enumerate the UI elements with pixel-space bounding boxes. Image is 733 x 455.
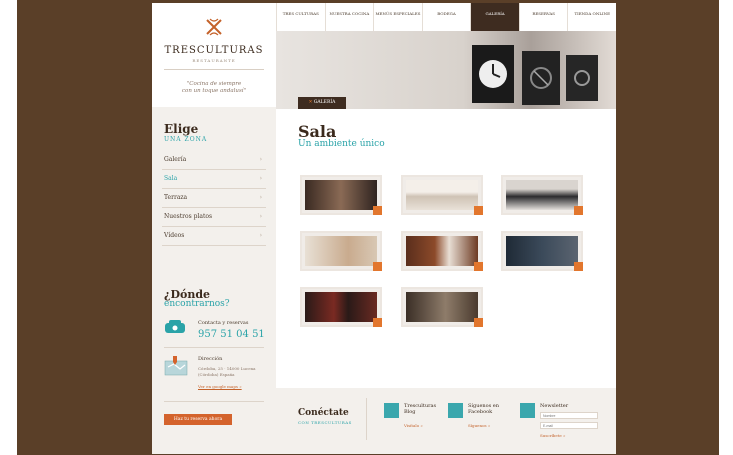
map-icon (164, 356, 188, 376)
gallery-menu: Galería › Sala › Terraza › Nuestros platos ›… (162, 151, 266, 246)
hero-tag: ✕ GALERÍA (298, 97, 346, 109)
site-page: TRESCULTURAS RESTAURANTE "Cocina de siem… (152, 3, 616, 454)
address-label: Dirección (198, 356, 223, 362)
zoom-icon[interactable] (373, 262, 382, 271)
gallery-thumbnail[interactable] (501, 175, 583, 215)
chevron-right-icon: › (259, 213, 262, 220)
thumbnail-image (406, 180, 478, 210)
nav-item-menus-especiales[interactable]: MENÚS ESPECIALES (373, 3, 422, 31)
section-subheading: UNA ZONA (164, 136, 208, 143)
zoom-icon[interactable] (373, 206, 382, 215)
nav-item-bodega[interactable]: BODEGA (421, 3, 471, 31)
google-maps-link[interactable]: Ver en google maps » (198, 384, 242, 389)
thumbnail-image (305, 180, 377, 210)
gallery-thumbnail[interactable] (300, 287, 382, 327)
facebook-title: Síguenos en Facebook (468, 403, 499, 415)
newsletter-name-input[interactable] (540, 412, 598, 419)
footer-title: Conéctate (298, 408, 349, 418)
hero-banner: ✕ GALERÍA (276, 31, 616, 109)
gallery-thumbnail[interactable] (501, 231, 583, 271)
menu-item-label: Vídeos (164, 232, 185, 239)
hero-clock-frame (472, 45, 514, 103)
menu-item-label: Terraza (164, 194, 188, 201)
hero-art-frame (566, 55, 598, 101)
chevron-right-icon: › (259, 232, 262, 239)
nav-item-galeria[interactable]: GALERÍA (470, 3, 519, 31)
tagline-line-2: con un toque andalusí" (181, 88, 247, 94)
logo-icon (206, 18, 222, 36)
zoom-icon[interactable] (574, 262, 583, 271)
nav-item-nuestra-cocina[interactable]: NUESTRA COCINA (324, 3, 374, 31)
top-nav: TRES CULTURAS NUESTRA COCINA MENÚS ESPEC… (276, 3, 616, 31)
location-subheading: encontrarnos? (164, 299, 230, 309)
menu-item-label: Sala (164, 175, 178, 182)
menu-item-platos[interactable]: Nuestros platos › (162, 208, 266, 227)
hero-tag-label: GALERÍA (313, 100, 336, 105)
art-icon (530, 67, 552, 89)
zoom-icon[interactable] (574, 206, 583, 215)
menu-item-galeria[interactable]: Galería › (162, 151, 266, 170)
tagline: "Cocina de siempre con un toque andalusí… (152, 81, 276, 95)
gallery-thumbnail[interactable] (300, 231, 382, 271)
menu-item-label: Nuestros platos (164, 213, 213, 220)
sidebar: TRESCULTURAS RESTAURANTE "Cocina de siem… (152, 3, 276, 454)
thumbnail-image (406, 236, 478, 266)
gallery-thumbnail[interactable] (401, 231, 483, 271)
nav-item-tienda-online[interactable]: TIENDA ONLINE (567, 3, 616, 31)
zoom-icon[interactable] (373, 318, 382, 327)
menu-item-videos[interactable]: Vídeos › (162, 227, 266, 246)
thumbnail-image (305, 236, 377, 266)
menu-item-terraza[interactable]: Terraza › (162, 189, 266, 208)
newsletter-email-input[interactable] (540, 422, 598, 429)
section-heading: Elige (164, 122, 199, 136)
logo-area[interactable]: TRESCULTURAS RESTAURANTE "Cocina de siem… (152, 3, 276, 107)
newsletter-link[interactable]: Suscríbete » (540, 433, 565, 438)
hero-art-frame (522, 51, 560, 105)
chevron-right-icon: › (259, 194, 262, 201)
thumbnail-image (305, 292, 377, 322)
nav-item-tres-culturas[interactable]: TRES CULTURAS (276, 3, 325, 31)
blog-icon[interactable] (384, 403, 399, 418)
newsletter-title: Newsletter (540, 403, 569, 409)
facebook-link[interactable]: Síguenos » (468, 423, 490, 428)
divider (164, 401, 264, 402)
gallery-thumbnail[interactable] (300, 175, 382, 215)
divider (366, 398, 367, 440)
contact-phone[interactable]: 957 51 04 51 (198, 329, 265, 340)
address-text: Córdoba, 25 · 14000 Lucena (Córdoba) Esp… (198, 366, 256, 377)
zoom-icon[interactable] (474, 318, 483, 327)
gallery-thumbnail[interactable] (401, 287, 483, 327)
tagline-line-1: "Cocina de siempre (186, 81, 242, 87)
blog-link[interactable]: Visítalo » (404, 423, 423, 428)
contact-label: Contacta y reservas (198, 320, 249, 326)
phone-icon (165, 320, 185, 333)
divider (164, 347, 264, 348)
page-subtitle: Un ambiente único (298, 139, 385, 149)
thumbnail-image (506, 180, 578, 210)
logo-subtitle: RESTAURANTE (192, 58, 236, 63)
clock-icon (479, 60, 507, 88)
newsletter-icon (520, 403, 535, 418)
chevron-right-icon: › (259, 175, 262, 182)
menu-item-label: Galería (164, 156, 187, 163)
art-icon (574, 70, 590, 86)
chevron-right-icon: › (259, 156, 262, 163)
reserve-button[interactable]: Haz tu reserva ahora (164, 414, 232, 425)
facebook-icon[interactable] (448, 403, 463, 418)
logo-title: TRESCULTURAS (164, 45, 264, 56)
footer: Conéctate CON TRESCULTURAS Tresculturas … (276, 388, 616, 454)
divider (164, 69, 264, 70)
menu-item-sala[interactable]: Sala › (162, 170, 266, 189)
zoom-icon[interactable] (474, 206, 483, 215)
thumbnail-image (506, 236, 578, 266)
nav-item-reservas[interactable]: RESERVAS (518, 3, 568, 31)
zoom-icon[interactable] (474, 262, 483, 271)
thumbnail-image (406, 292, 478, 322)
gallery-thumbnail[interactable] (401, 175, 483, 215)
blog-title: Tresculturas Blog (404, 403, 437, 415)
footer-subtitle: CON TRESCULTURAS (298, 420, 352, 425)
